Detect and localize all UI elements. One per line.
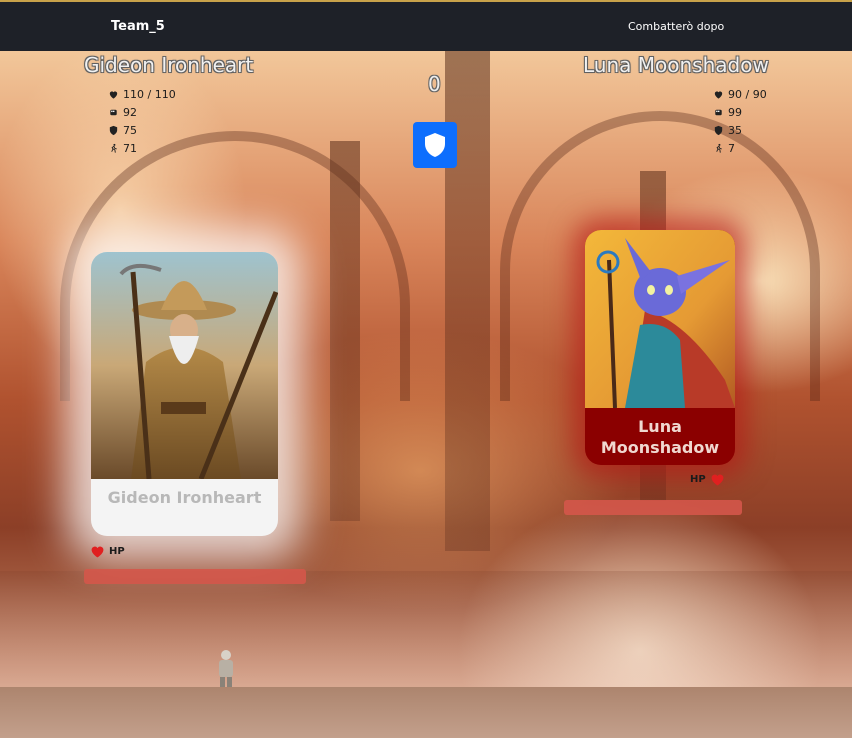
top-bar: Team_5 Combatterò dopo <box>0 0 852 51</box>
heart-icon <box>711 474 724 486</box>
player-card-name: Gideon Ironheart <box>107 488 262 507</box>
player-hp-stat: 110 / 110 <box>108 85 176 103</box>
enemy-speed-value: 7 <box>728 141 735 155</box>
arena-floor <box>0 571 852 738</box>
defend-button[interactable] <box>413 122 457 168</box>
enemy-portrait <box>585 230 735 408</box>
player-speed-stat: 71 <box>108 139 176 157</box>
enemy-card[interactable]: Luna Moonshadow <box>585 230 735 465</box>
fight-later-button[interactable]: Combatterò dopo <box>628 20 724 33</box>
player-stats: 110 / 110 92 75 71 <box>108 85 176 157</box>
player-hp-bar <box>84 569 306 584</box>
player-defense-value: 75 <box>123 123 137 137</box>
fist-icon <box>110 109 117 115</box>
player-hp-value: 110 / 110 <box>123 87 176 101</box>
enemy-stats: 90 / 90 99 35 7 <box>713 85 767 157</box>
running-icon <box>716 143 722 153</box>
enemy-defense-stat: 35 <box>713 121 767 139</box>
enemy-hp-stat: 90 / 90 <box>713 85 767 103</box>
player-speed-value: 71 <box>123 141 137 155</box>
enemy-attack-value: 99 <box>728 105 742 119</box>
player-attack-value: 92 <box>123 105 137 119</box>
heart-icon <box>109 90 118 99</box>
shield-icon <box>425 133 445 157</box>
enemy-attack-stat: 99 <box>713 103 767 121</box>
knight-figure <box>219 650 233 687</box>
enemy-defense-value: 35 <box>728 123 742 137</box>
turn-counter: 0 <box>428 72 441 96</box>
player-portrait <box>91 252 278 479</box>
player-card[interactable]: Gideon Ironheart <box>91 252 278 536</box>
running-icon <box>111 143 117 153</box>
enemy-hp-indicator: HP <box>690 473 725 486</box>
player-defense-stat: 75 <box>108 121 176 139</box>
enemy-speed-stat: 7 <box>713 139 767 157</box>
arena-pillar <box>330 141 360 521</box>
enemy-hp-bar <box>564 500 742 515</box>
heart-icon <box>714 90 723 99</box>
player-hp-label: HP <box>109 546 125 557</box>
shield-icon <box>714 125 723 135</box>
player-attack-stat: 92 <box>108 103 176 121</box>
enemy-hp-label: HP <box>690 474 706 485</box>
heart-icon <box>91 546 104 558</box>
team-name: Team_5 <box>111 19 165 34</box>
player-hp-indicator: HP <box>90 545 125 558</box>
player-name: Gideon Ironheart <box>84 53 254 77</box>
enemy-name: Luna Moonshadow <box>583 53 769 77</box>
fist-icon <box>715 109 722 115</box>
shield-icon <box>109 125 118 135</box>
enemy-card-name: Luna Moonshadow <box>600 417 720 457</box>
enemy-hp-value: 90 / 90 <box>728 87 767 101</box>
